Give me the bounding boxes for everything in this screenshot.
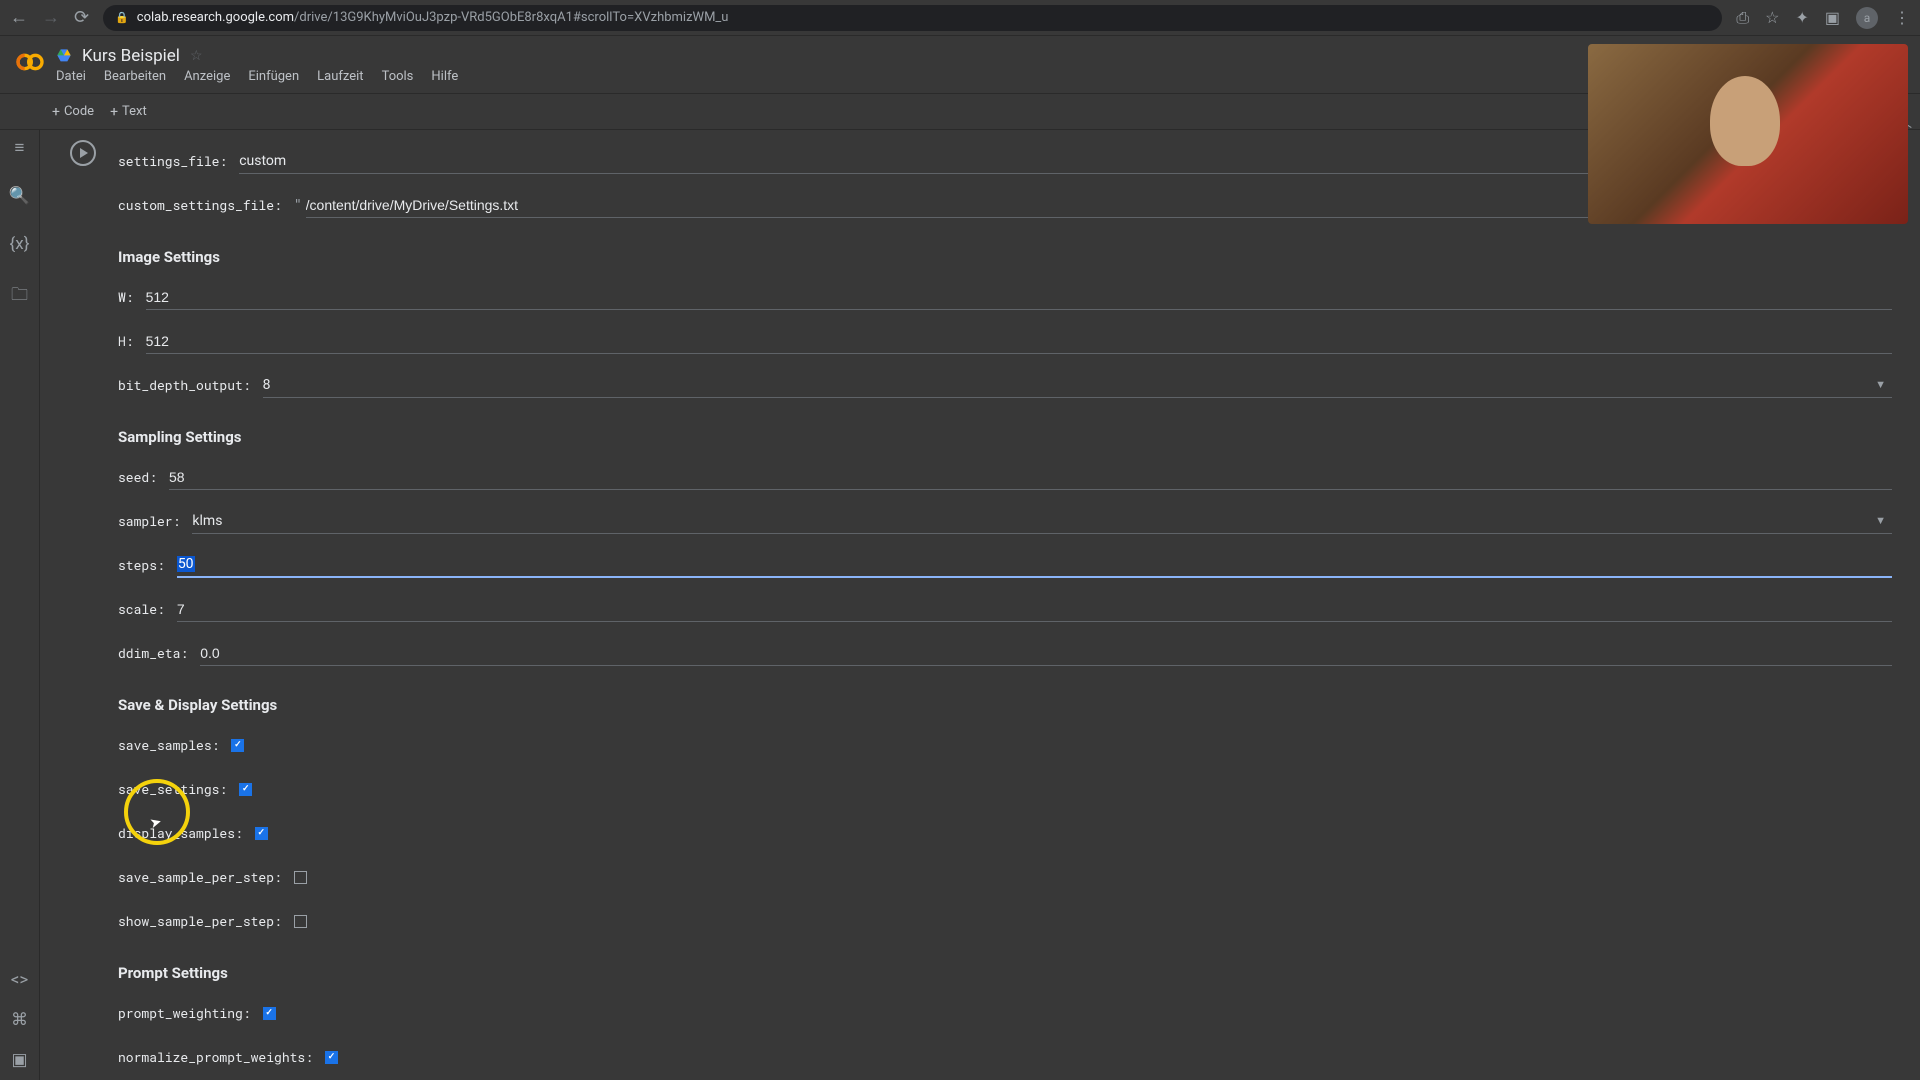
form-cell: settings_file: custom▼ custom_settings_f… xyxy=(48,134,1912,1080)
checkbox-save-settings[interactable] xyxy=(239,783,252,796)
command-palette-icon[interactable]: ⌘ xyxy=(11,1010,28,1030)
menu-anzeige[interactable]: Anzeige xyxy=(184,69,230,84)
variables-icon[interactable]: {x} xyxy=(10,234,30,254)
forward-icon[interactable]: → xyxy=(42,7,60,28)
menu-bearbeiten[interactable]: Bearbeiten xyxy=(104,69,166,84)
field-normalize-prompt-weights: normalize_prompt_weights: xyxy=(118,1040,1892,1074)
side-panel-icon[interactable]: ▣ xyxy=(1825,8,1840,27)
field-h: H: xyxy=(118,324,1892,358)
notebook-title[interactable]: Kurs Beispiel xyxy=(82,46,180,66)
label-steps: steps: xyxy=(118,556,165,574)
label-sampler: sampler: xyxy=(118,512,180,530)
section-save-display: Save & Display Settings xyxy=(118,696,1892,714)
field-save-samples: save_samples: xyxy=(118,728,1892,762)
search-icon[interactable]: 🔍 xyxy=(9,186,30,206)
label-save-sample-per-step: save_sample_per_step: xyxy=(118,868,282,886)
field-save-settings: save_settings: xyxy=(118,772,1892,806)
field-seed: seed: xyxy=(118,460,1892,494)
bookmark-icon[interactable]: ☆ xyxy=(1765,8,1779,27)
input-h[interactable] xyxy=(146,329,1892,354)
terminal-icon[interactable]: ▣ xyxy=(11,1050,27,1070)
label-save-samples: save_samples: xyxy=(118,736,219,754)
label-h: H: xyxy=(118,332,134,350)
select-bit-depth[interactable]: 8▼ xyxy=(263,373,1892,398)
input-ddim-eta[interactable] xyxy=(200,641,1892,666)
menu-einfuegen[interactable]: Einfügen xyxy=(248,69,299,84)
section-sampling-settings: Sampling Settings xyxy=(118,428,1892,446)
field-ddim-eta: ddim_eta: xyxy=(118,636,1892,670)
menu-datei[interactable]: Datei xyxy=(56,69,86,84)
run-cell-button[interactable] xyxy=(70,140,96,166)
lock-icon: 🔒 xyxy=(115,11,129,24)
quote-mark: " xyxy=(294,198,302,213)
label-display-samples: display_samples: xyxy=(118,824,243,842)
select-sampler[interactable]: klms▼ xyxy=(192,509,1892,534)
section-image-settings: Image Settings xyxy=(118,248,1892,266)
toc-icon[interactable]: ≡ xyxy=(15,138,25,158)
checkbox-save-samples[interactable] xyxy=(231,739,244,752)
add-code-button[interactable]: +Code xyxy=(52,104,94,120)
field-w: W: xyxy=(118,280,1892,314)
profile-avatar[interactable]: a xyxy=(1856,7,1878,29)
install-icon[interactable]: ⎙ xyxy=(1736,8,1749,28)
chevron-down-icon: ▼ xyxy=(1875,378,1886,391)
label-normalize-prompt-weights: normalize_prompt_weights: xyxy=(118,1048,313,1066)
label-show-sample-per-step: show_sample_per_step: xyxy=(118,912,282,930)
label-bit-depth: bit_depth_output: xyxy=(118,376,251,394)
label-seed: seed: xyxy=(118,468,157,486)
left-rail: ≡ 🔍 {x} 🗀 <> ⌘ ▣ xyxy=(0,130,40,1080)
input-steps[interactable]: 50 xyxy=(177,552,1892,578)
checkbox-prompt-weighting[interactable] xyxy=(263,1007,276,1020)
menu-hilfe[interactable]: Hilfe xyxy=(431,69,458,84)
add-text-button[interactable]: +Text xyxy=(110,104,147,120)
notebook-main: settings_file: custom▼ custom_settings_f… xyxy=(40,130,1920,1080)
label-settings-file: settings_file: xyxy=(118,152,227,170)
field-sampler: sampler: klms▼ xyxy=(118,504,1892,538)
label-w: W: xyxy=(118,288,134,306)
input-w[interactable] xyxy=(146,285,1892,310)
field-steps: steps: 50 xyxy=(118,548,1892,582)
checkbox-show-sample-per-step[interactable] xyxy=(294,915,307,928)
label-save-settings: save_settings: xyxy=(118,780,227,798)
label-ddim-eta: ddim_eta: xyxy=(118,644,188,662)
files-icon[interactable]: 🗀 xyxy=(11,282,28,311)
webcam-overlay xyxy=(1588,44,1908,224)
menu-tools[interactable]: Tools xyxy=(382,69,414,84)
extensions-icon[interactable]: ✦ xyxy=(1795,8,1808,27)
reload-icon[interactable]: ⟳ xyxy=(74,7,89,28)
browser-address-bar: ← → ⟳ 🔒 colab.research.google.com/drive/… xyxy=(0,0,1920,36)
checkbox-save-sample-per-step[interactable] xyxy=(294,871,307,884)
input-seed[interactable] xyxy=(169,465,1892,490)
checkbox-normalize-prompt-weights[interactable] xyxy=(325,1051,338,1064)
field-bit-depth: bit_depth_output: 8▼ xyxy=(118,368,1892,402)
field-display-samples: display_samples: xyxy=(118,816,1892,850)
menu-laufzeit[interactable]: Laufzeit xyxy=(317,69,363,84)
field-prompt-weighting: prompt_weighting: xyxy=(118,996,1892,1030)
star-icon[interactable]: ☆ xyxy=(190,48,203,64)
colab-logo-icon[interactable] xyxy=(14,46,46,78)
field-save-sample-per-step: save_sample_per_step: xyxy=(118,860,1892,894)
code-snippet-icon[interactable]: <> xyxy=(11,970,29,990)
field-scale: scale: xyxy=(118,592,1892,626)
field-show-sample-per-step: show_sample_per_step: xyxy=(118,904,1892,938)
back-icon[interactable]: ← xyxy=(10,7,28,28)
menu-icon[interactable]: ⋮ xyxy=(1894,8,1910,27)
input-scale[interactable] xyxy=(177,597,1892,622)
label-prompt-weighting: prompt_weighting: xyxy=(118,1004,251,1022)
label-custom-settings-file: custom_settings_file: xyxy=(118,196,282,214)
url-bar[interactable]: 🔒 colab.research.google.com/drive/13G9Kh… xyxy=(103,5,1722,31)
label-scale: scale: xyxy=(118,600,165,618)
checkbox-display-samples[interactable] xyxy=(255,827,268,840)
chevron-down-icon: ▼ xyxy=(1875,514,1886,527)
drive-doc-icon xyxy=(56,48,72,64)
section-prompt: Prompt Settings xyxy=(118,964,1892,982)
